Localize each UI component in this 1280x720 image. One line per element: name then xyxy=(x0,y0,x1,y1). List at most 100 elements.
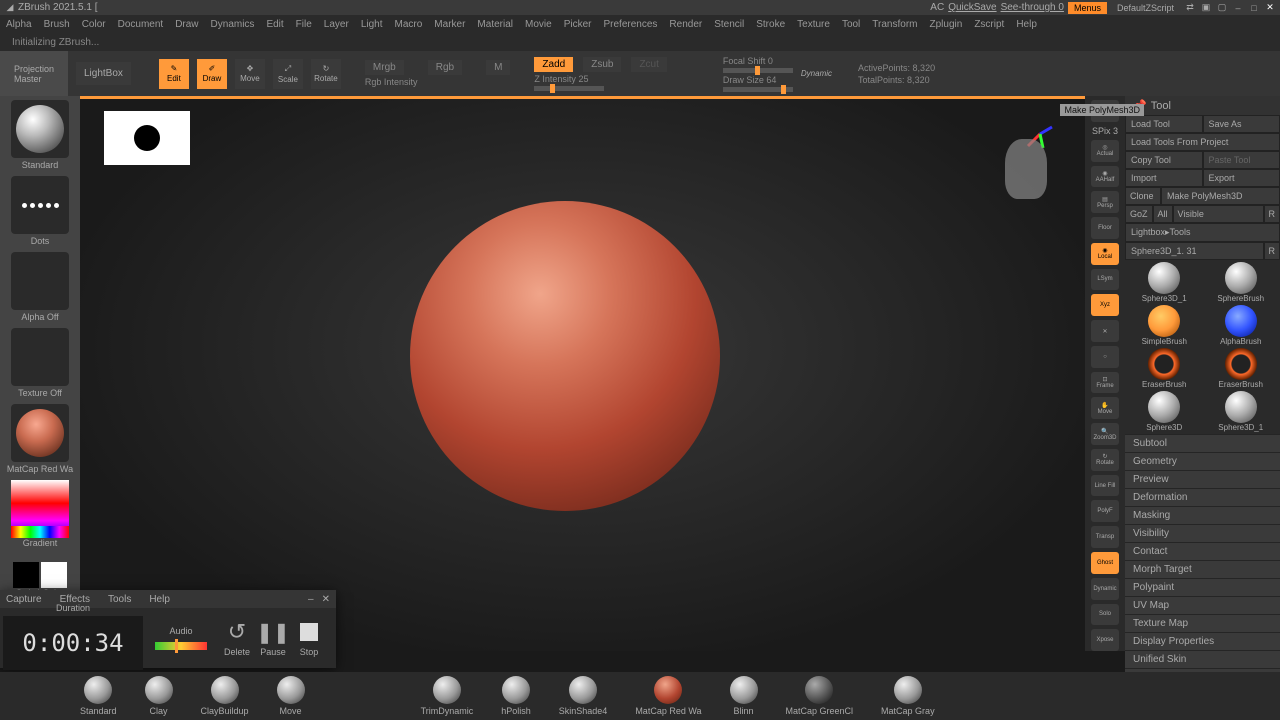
rec-minimize-icon[interactable]: – xyxy=(308,594,314,605)
menu-picker[interactable]: Picker xyxy=(564,19,592,30)
zsub-button[interactable]: Zsub xyxy=(583,57,621,72)
menu-preferences[interactable]: Preferences xyxy=(603,19,657,30)
shelf-matcapgray[interactable]: MatCap Gray xyxy=(881,676,935,716)
menu-brush[interactable]: Brush xyxy=(44,19,70,30)
menu-material[interactable]: Material xyxy=(477,19,513,30)
float-icon[interactable]: ▣ xyxy=(1200,2,1212,14)
ghost-button[interactable]: Ghost xyxy=(1091,552,1119,574)
menu-zplugin[interactable]: Zplugin xyxy=(930,19,963,30)
section-unifiedskin[interactable]: Unified Skin xyxy=(1125,650,1280,668)
move-view-button[interactable]: ✋Move xyxy=(1091,397,1119,419)
section-contact[interactable]: Contact xyxy=(1125,542,1280,560)
tool-item[interactable]: EraserBrush xyxy=(1204,348,1279,389)
shelf-clay[interactable]: Clay xyxy=(145,676,173,716)
rgb-button[interactable]: Rgb xyxy=(428,60,462,75)
seethrough-slider[interactable]: See-through 0 xyxy=(1001,2,1064,13)
r2-button[interactable]: R xyxy=(1264,242,1280,260)
rotate-view-button[interactable]: ↻Rotate xyxy=(1091,449,1119,471)
section-geometry[interactable]: Geometry xyxy=(1125,452,1280,470)
shelf-skinshade[interactable]: SkinShade4 xyxy=(559,676,608,716)
shelf-blinn[interactable]: Blinn xyxy=(730,676,758,716)
material-slot[interactable] xyxy=(11,404,69,462)
default-zscript[interactable]: DefaultZScript xyxy=(1111,2,1180,14)
menu-stencil[interactable]: Stencil xyxy=(714,19,744,30)
shelf-hpolish[interactable]: hPolish xyxy=(501,676,531,716)
goz-button[interactable]: GoZ xyxy=(1125,205,1153,223)
linefill-button[interactable]: Line Fill xyxy=(1091,475,1119,497)
section-deformation[interactable]: Deformation xyxy=(1125,488,1280,506)
arrow-left-right-icon[interactable]: ⇄ xyxy=(1184,2,1196,14)
scale-mode-button[interactable]: ⤢Scale xyxy=(273,59,303,89)
menu-edit[interactable]: Edit xyxy=(266,19,283,30)
lightbox-button[interactable]: LightBox xyxy=(76,62,131,85)
tool-item[interactable]: Sphere3D_1 xyxy=(1127,262,1202,303)
sphere-mesh[interactable] xyxy=(410,201,720,511)
tool-item[interactable]: AlphaBrush xyxy=(1204,305,1279,346)
pause-button[interactable]: ❚❚Pause xyxy=(260,619,286,657)
tool-item[interactable]: SphereBrush xyxy=(1204,262,1279,303)
menu-color[interactable]: Color xyxy=(82,19,106,30)
texture-slot[interactable] xyxy=(11,328,69,386)
section-subtool[interactable]: Subtool xyxy=(1125,434,1280,452)
xpose-button[interactable]: Xpose xyxy=(1091,629,1119,651)
menu-draw[interactable]: Draw xyxy=(175,19,198,30)
section-displayprops[interactable]: Display Properties xyxy=(1125,632,1280,650)
menu-alpha[interactable]: Alpha xyxy=(6,19,32,30)
menus-button[interactable]: Menus xyxy=(1068,2,1107,14)
m-button[interactable]: M xyxy=(486,60,510,75)
shelf-matcapgreen[interactable]: MatCap GreenCl xyxy=(786,676,854,716)
minimize-icon[interactable]: – xyxy=(1232,2,1244,14)
menu-light[interactable]: Light xyxy=(361,19,383,30)
shelf-claybuildup[interactable]: ClayBuildup xyxy=(201,676,249,716)
menu-macro[interactable]: Macro xyxy=(395,19,423,30)
clone-button[interactable]: Clone xyxy=(1125,187,1161,205)
make-polymesh-button[interactable]: Make PolyMesh3D xyxy=(1161,187,1280,205)
lsym-button[interactable]: LSym xyxy=(1091,269,1119,291)
actual-button[interactable]: ◎Actual xyxy=(1091,140,1119,162)
menu-movie[interactable]: Movie xyxy=(525,19,552,30)
load-from-project-button[interactable]: Load Tools From Project xyxy=(1125,133,1280,151)
menu-file[interactable]: File xyxy=(296,19,312,30)
tool-item[interactable]: SimpleBrush xyxy=(1127,305,1202,346)
alpha-slot[interactable] xyxy=(11,252,69,310)
rotate-mode-button[interactable]: ↻Rotate xyxy=(311,59,341,89)
brush-slot[interactable] xyxy=(11,100,69,158)
menu-document[interactable]: Document xyxy=(118,19,164,30)
camera-head-icon[interactable] xyxy=(1005,139,1047,199)
aahalf-button[interactable]: ◉AAHalf xyxy=(1091,166,1119,188)
floor-button[interactable]: Floor xyxy=(1091,217,1119,239)
paste-tool-button[interactable]: Paste Tool xyxy=(1203,151,1280,169)
document-thumbnail[interactable] xyxy=(104,111,190,165)
focal-shift-slider[interactable]: Focal Shift 0 xyxy=(723,56,793,73)
tool-item[interactable]: Sphere3D_1 xyxy=(1204,391,1279,432)
copy-tool-button[interactable]: Copy Tool xyxy=(1125,151,1203,169)
dynamic-label[interactable]: Dynamic xyxy=(801,69,832,78)
lightbox-tools-button[interactable]: Lightbox▸Tools xyxy=(1125,223,1280,242)
menu-help[interactable]: Help xyxy=(1016,19,1037,30)
menu-render[interactable]: Render xyxy=(669,19,702,30)
z-intensity-slider[interactable]: Z Intensity 25 xyxy=(534,74,666,91)
color-picker[interactable] xyxy=(11,480,69,538)
persp-button[interactable]: ▤Persp xyxy=(1091,191,1119,213)
stroke-slot[interactable] xyxy=(11,176,69,234)
gradient-label[interactable]: Gradient xyxy=(23,538,58,548)
menu-marker[interactable]: Marker xyxy=(434,19,465,30)
swatch-white[interactable] xyxy=(41,562,67,588)
rec-close-icon[interactable]: ✕ xyxy=(322,594,330,605)
solo-button[interactable]: Solo xyxy=(1091,604,1119,626)
zoom-button[interactable]: 🔍Zoom3D xyxy=(1091,423,1119,445)
stop-button[interactable]: Stop xyxy=(296,619,322,657)
projection-master-button[interactable]: Projection Master xyxy=(0,51,68,96)
tool-item[interactable]: Sphere3D xyxy=(1127,391,1202,432)
shelf-trimdynamic[interactable]: TrimDynamic xyxy=(421,676,474,716)
to-back-icon[interactable]: ▢ xyxy=(1216,2,1228,14)
all-button[interactable]: All xyxy=(1153,205,1173,223)
section-uvmap[interactable]: UV Map xyxy=(1125,596,1280,614)
close-icon[interactable]: ✕ xyxy=(1264,2,1276,14)
section-masking[interactable]: Masking xyxy=(1125,506,1280,524)
edit-mode-button[interactable]: ✎Edit xyxy=(159,59,189,89)
import-button[interactable]: Import xyxy=(1125,169,1203,187)
mrgb-button[interactable]: Mrgb xyxy=(365,60,404,75)
r-button[interactable]: R xyxy=(1264,205,1280,223)
saveas-button[interactable]: Save As xyxy=(1203,115,1280,133)
